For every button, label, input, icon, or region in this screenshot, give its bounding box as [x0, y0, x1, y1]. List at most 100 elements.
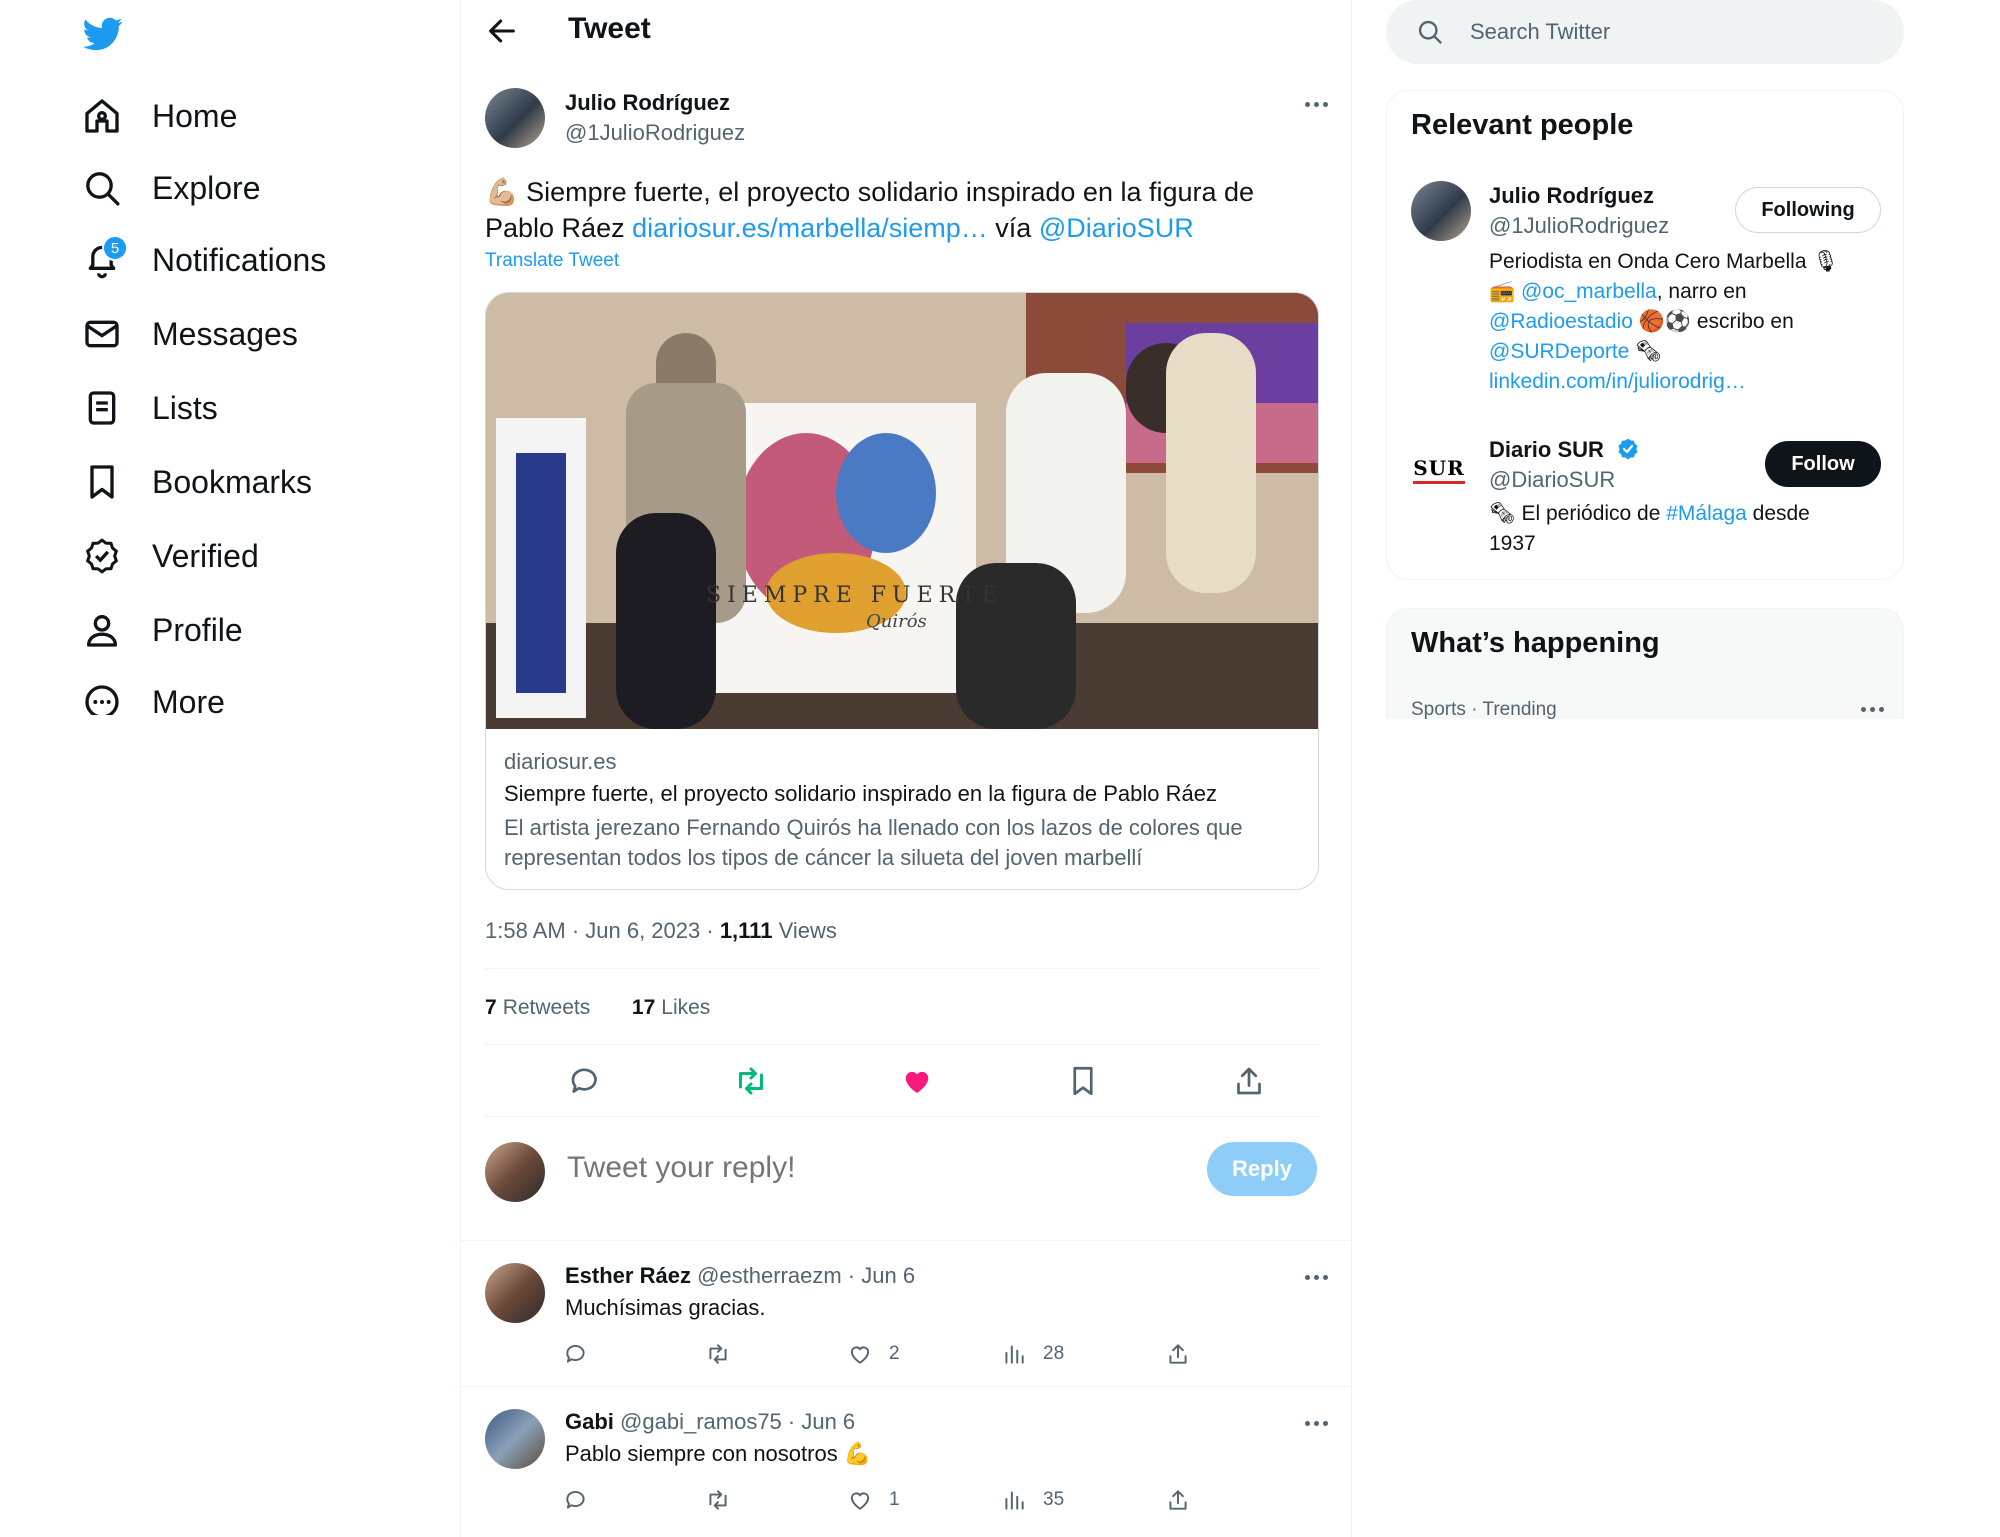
bio-mention[interactable]: @Radioestadio	[1489, 310, 1633, 333]
current-user-avatar[interactable]	[485, 1142, 545, 1202]
author-handle[interactable]: @1JulioRodriguez	[565, 120, 745, 146]
nav-explore[interactable]: Explore	[82, 158, 261, 218]
nav-messages-label: Messages	[152, 315, 298, 352]
reply-action[interactable]	[563, 1487, 589, 1513]
nav-messages[interactable]: Messages	[82, 304, 298, 364]
reply-input[interactable]	[565, 1150, 1049, 1186]
artwork-signature: Quirós	[866, 611, 927, 632]
nav-profile[interactable]: Profile	[82, 600, 243, 660]
search-box[interactable]	[1386, 0, 1904, 64]
tweet-mention[interactable]: @DiarioSUR	[1039, 213, 1194, 243]
bio-mention[interactable]: @oc_marbella	[1521, 280, 1657, 303]
bio-link[interactable]: linkedin.com/in/juliorodrig…	[1489, 370, 1746, 393]
tweet-text: 💪🏼 Siempre fuerte, el proyecto solidario…	[485, 174, 1315, 246]
analytics-bar-icon	[1005, 1491, 1024, 1510]
reply-button[interactable]: Reply	[1207, 1142, 1317, 1196]
share-icon[interactable]	[1231, 1063, 1267, 1099]
nav-lists[interactable]: Lists	[82, 378, 218, 438]
retweet-action[interactable]	[705, 1341, 731, 1367]
more-options-icon[interactable]	[1857, 699, 1887, 719]
card-description: El artista jerezano Fernando Quirós ha l…	[504, 815, 1243, 870]
reply-author-name[interactable]: Esther Ráez	[565, 1263, 691, 1288]
share-action[interactable]	[1165, 1341, 1191, 1367]
reply-avatar[interactable]	[485, 1263, 545, 1323]
reply-item[interactable]: Esther Ráez @estherraezm · Jun 6 Muchísi…	[461, 1240, 1351, 1387]
reply-author-name[interactable]: Gabi	[565, 1409, 614, 1434]
bio-line: 📻 @oc_marbella, narro en	[1489, 277, 1889, 307]
like-action[interactable]: 2	[847, 1341, 900, 1367]
likes-stat[interactable]: 17 Likes	[632, 996, 710, 1019]
nav-bookmarks-label: Bookmarks	[152, 463, 313, 500]
search-input[interactable]	[1468, 18, 1852, 46]
follow-button[interactable]: Follow	[1765, 441, 1881, 487]
retweet-action[interactable]	[705, 1487, 731, 1513]
back-arrow-icon[interactable]	[485, 14, 519, 48]
bookmark-icon	[82, 462, 122, 502]
more-options-icon[interactable]	[1301, 94, 1331, 114]
reply-icon[interactable]	[567, 1063, 603, 1099]
like-action[interactable]: 1	[847, 1487, 900, 1513]
reply-item[interactable]: Gabi @gabi_ramos75 · Jun 6 Pablo siempre…	[461, 1386, 1351, 1533]
person-name[interactable]: Julio Rodríguez	[1489, 183, 1654, 209]
retweets-label: Retweets	[502, 996, 591, 1019]
person-handle[interactable]: @1JulioRodriguez	[1489, 213, 1669, 239]
bio-line: Periodista en Onda Cero Marbella 🎙	[1489, 250, 1839, 273]
retweet-icon[interactable]	[733, 1063, 769, 1099]
reply-action[interactable]	[563, 1341, 589, 1367]
bookmark-icon[interactable]	[1065, 1063, 1101, 1099]
nav-profile-label: Profile	[152, 611, 243, 648]
views-action[interactable]: 28	[1001, 1341, 1064, 1367]
nav-home[interactable]: Home	[82, 86, 237, 146]
person-handle[interactable]: @DiarioSUR	[1489, 467, 1615, 493]
trend-meta: Sports · Trending	[1411, 699, 1557, 719]
author-name[interactable]: Julio Rodríguez	[565, 90, 730, 116]
tweet-link[interactable]: diariosur.es/marbella/siemp…	[632, 213, 988, 243]
person-bio: 🗞 El periódico de #Málaga desde 1937	[1489, 499, 1889, 559]
tweet-meta: 1:58 AM · Jun 6, 2023 · 1,111 Views	[485, 918, 837, 944]
mail-icon	[82, 314, 122, 354]
link-card[interactable]: SIEMPRE FUERTE Quirós diariosur.es Siemp…	[485, 292, 1319, 890]
more-options-icon[interactable]	[1301, 1267, 1331, 1287]
verified-badge-icon	[82, 536, 122, 576]
bio-line: 1937	[1489, 532, 1536, 555]
page-title: Tweet	[568, 12, 651, 45]
bio-text: 🗞	[1629, 340, 1662, 363]
share-action[interactable]	[1165, 1487, 1191, 1513]
author-avatar[interactable]	[485, 88, 545, 148]
card-image: SIEMPRE FUERTE Quirós	[486, 293, 1318, 729]
person-icon	[82, 610, 122, 650]
nav-lists-label: Lists	[152, 389, 218, 426]
bio-mention[interactable]: @SURDeporte	[1489, 340, 1629, 363]
bio-text: 🗞 El periódico de	[1489, 502, 1667, 525]
card-title: Siempre fuerte, el proyecto solidario in…	[504, 781, 1217, 806]
nav-verified[interactable]: Verified	[82, 526, 259, 586]
person-name[interactable]: Diario SUR	[1489, 437, 1640, 463]
tweet-timestamp[interactable]: 1:58 AM · Jun 6, 2023 ·	[485, 918, 720, 943]
share-icon	[1169, 1344, 1187, 1364]
reply-handle-date[interactable]: @estherraezm · Jun 6	[697, 1263, 915, 1288]
nav-more[interactable]: More	[82, 672, 225, 715]
divider	[485, 1044, 1319, 1045]
diario-sur-logo[interactable]: SUR	[1411, 453, 1467, 487]
person-avatar[interactable]	[1411, 181, 1471, 241]
reply-header: Esther Ráez @estherraezm · Jun 6	[565, 1263, 915, 1289]
heart-icon	[850, 1492, 870, 1510]
nav-notifications[interactable]: 5 Notifications	[82, 230, 326, 290]
views-action[interactable]: 35	[1001, 1487, 1064, 1513]
reply-handle-date[interactable]: @gabi_ramos75 · Jun 6	[620, 1409, 855, 1434]
following-button[interactable]: Following	[1735, 187, 1881, 233]
nav-bookmarks[interactable]: Bookmarks	[82, 452, 312, 512]
whats-happening-panel: What’s happening Sports · Trending	[1386, 608, 1904, 719]
flexed-biceps-emoji: 💪🏼	[485, 177, 519, 207]
bio-hashtag[interactable]: #Málaga	[1666, 502, 1747, 525]
reply-avatar[interactable]	[485, 1409, 545, 1469]
bio-line: @Radioestadio 🏀⚽ escribo en	[1489, 307, 1889, 337]
more-options-icon[interactable]	[1301, 1413, 1331, 1433]
translate-tweet-link[interactable]: Translate Tweet	[485, 250, 619, 272]
reply-text: Pablo siempre con nosotros 💪	[565, 1441, 872, 1466]
twitter-logo-icon[interactable]	[82, 14, 124, 54]
reply-icon	[566, 1345, 585, 1363]
retweets-stat[interactable]: 7 Retweets	[485, 996, 590, 1019]
page-header: Tweet	[461, 0, 1351, 64]
heart-filled-icon[interactable]	[899, 1063, 935, 1099]
